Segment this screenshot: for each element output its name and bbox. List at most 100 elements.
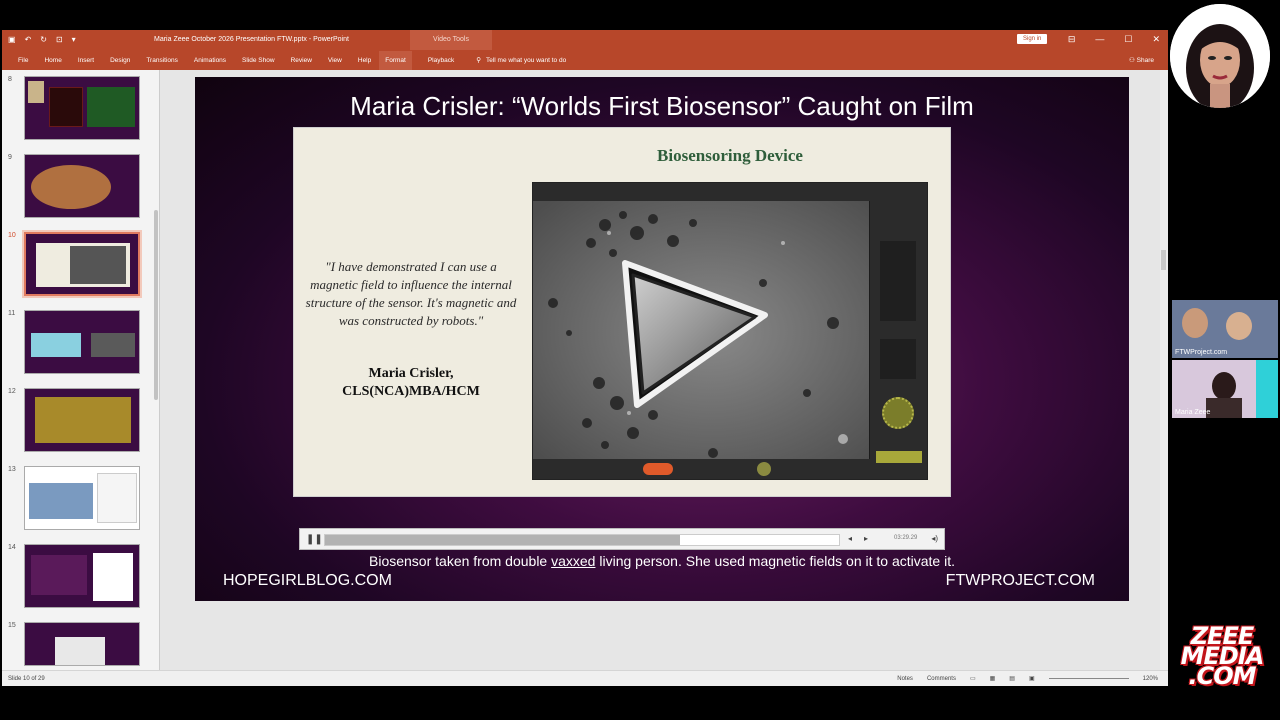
thumbnail-number: 10 — [8, 232, 16, 239]
thumbnail-number: 12 — [8, 388, 16, 395]
tab-transitions[interactable]: Transitions — [146, 57, 178, 64]
brand-logo: ZEEE MEDIA .COM — [1168, 624, 1276, 688]
sign-in-button[interactable]: Sign in — [1017, 34, 1048, 44]
maximize-icon[interactable]: ☐ — [1124, 34, 1132, 45]
slide-thumbnail-12[interactable] — [24, 388, 140, 452]
redo-icon[interactable]: ↻ — [40, 35, 47, 44]
tab-slide-show[interactable]: Slide Show — [242, 57, 275, 64]
thumbnail-number: 9 — [8, 154, 12, 161]
quote-text: "I have demonstrated I can use a magneti… — [305, 259, 517, 328]
slide-thumbnail-9[interactable] — [24, 154, 140, 218]
notes-button[interactable]: Notes — [897, 676, 913, 682]
slide-thumbnail-14[interactable] — [24, 544, 140, 608]
customize-icon[interactable]: ▾ — [72, 35, 76, 44]
participant-face — [1212, 372, 1236, 400]
forward-icon[interactable]: ▸ — [864, 534, 868, 543]
share-button[interactable]: ⚇ Share — [1129, 56, 1154, 64]
video-frame[interactable]: "I have demonstrated I can use a magneti… — [293, 127, 951, 497]
participant-face — [1226, 312, 1252, 340]
scroll-thumb[interactable] — [1161, 250, 1166, 270]
zoom-slider[interactable] — [1048, 678, 1129, 679]
undo-icon[interactable]: ↶ — [25, 35, 32, 44]
slide-caption: Biosensor taken from double vaxxed livin… — [195, 553, 1129, 569]
rewind-icon[interactable]: ◂ — [848, 534, 852, 543]
tab-view[interactable]: View — [328, 57, 342, 64]
exposure-panel — [880, 339, 916, 379]
thumbnail-image — [31, 165, 111, 209]
thumbnail-image — [35, 397, 131, 443]
tab-design[interactable]: Design — [110, 57, 130, 64]
tell-me-label: Tell me what you want to do — [485, 56, 567, 64]
present-icon[interactable]: ⊡ — [56, 35, 63, 44]
thumbnail-image — [87, 87, 135, 127]
thumbnail-number: 11 — [8, 310, 16, 317]
thumbnail-number: 13 — [8, 466, 16, 473]
video-progress — [325, 535, 680, 545]
minimize-icon[interactable]: — — [1095, 34, 1104, 45]
participant-tile[interactable]: FTWProject.com — [1172, 300, 1278, 358]
microscope-toolbar — [533, 183, 927, 201]
sorter-view-icon[interactable]: ▦ — [990, 675, 996, 682]
slide-counter: Slide 10 of 29 — [8, 676, 45, 682]
ribbon-tabs: File Home Insert Design Transitions Anim… — [2, 50, 1168, 70]
slide-canvas[interactable]: Maria Crisler: “Worlds First Biosensor” … — [195, 77, 1129, 601]
thumbnail-image — [31, 333, 81, 357]
tab-playback[interactable]: Playback — [428, 57, 454, 64]
thumbnail-table — [97, 473, 137, 523]
slide-thumbnail-10[interactable] — [22, 230, 142, 298]
slide-thumbnail-15[interactable] — [24, 622, 140, 666]
tab-format[interactable]: Format — [379, 50, 412, 70]
participant-name: FTWProject.com — [1175, 349, 1228, 356]
slideshow-view-icon[interactable]: ▣ — [1029, 675, 1035, 682]
thumbnail-text — [31, 555, 87, 595]
close-icon[interactable]: ✕ — [1152, 34, 1160, 45]
slide-title[interactable]: Maria Crisler: “Worlds First Biosensor” … — [195, 91, 1129, 122]
comments-button[interactable]: Comments — [927, 676, 956, 682]
thumbnail-image — [49, 87, 83, 127]
tab-insert[interactable]: Insert — [78, 57, 94, 64]
title-bar: ▣ ↶ ↻ ⊡ ▾ Maria Zeee October 2026 Presen… — [2, 30, 1168, 50]
thumbnail-number: 14 — [8, 544, 16, 551]
tell-me-search[interactable]: ⚲ Tell me what you want to do — [476, 56, 567, 65]
microscope-sidebar — [869, 201, 927, 479]
save-icon[interactable]: ▣ — [8, 35, 16, 44]
editor-scrollbar[interactable] — [1160, 70, 1168, 670]
thumbnail-image — [55, 637, 105, 665]
participant-tile[interactable]: Maria Zeee — [1172, 360, 1278, 418]
video-still[interactable] — [532, 182, 928, 480]
ribbon-display-icon[interactable]: ⊟ — [1068, 34, 1076, 45]
footer-right-url: FTWPROJECT.COM — [945, 572, 1095, 589]
lightbulb-icon: ⚲ — [476, 57, 481, 64]
background-element — [1256, 360, 1278, 418]
tab-review[interactable]: Review — [291, 57, 312, 64]
window-controls: ⊟ — ☐ ✕ — [1068, 34, 1160, 45]
host-avatar — [1170, 4, 1270, 108]
tab-help[interactable]: Help — [358, 57, 371, 64]
thumbnail-scrollbar[interactable] — [154, 210, 158, 400]
thumbnail-image — [91, 333, 135, 357]
quick-access-toolbar: ▣ ↶ ↻ ⊡ ▾ — [8, 35, 76, 44]
thumbnail-number: 8 — [8, 76, 12, 83]
panel-heading: Biosensoring Device — [657, 146, 803, 165]
person-icon: ⚇ — [1129, 57, 1135, 64]
slide-thumbnail-8[interactable] — [24, 76, 140, 140]
video-seek-bar[interactable] — [324, 534, 840, 546]
footer-left-url: HOPEGIRLBLOG.COM — [223, 572, 392, 589]
participant-body — [1206, 398, 1242, 418]
normal-view-icon[interactable]: ▭ — [970, 675, 976, 682]
volume-icon[interactable]: ◂) — [931, 534, 938, 543]
tab-animations[interactable]: Animations — [194, 57, 226, 64]
share-label: Share — [1136, 57, 1154, 64]
participant-face — [1182, 308, 1208, 338]
thumbnail-image — [29, 483, 93, 519]
pause-icon[interactable]: ❚❚ — [306, 534, 323, 545]
thumbnail-video — [70, 246, 126, 284]
slide-thumbnail-11[interactable] — [24, 310, 140, 374]
tab-home[interactable]: Home — [44, 57, 61, 64]
video-control-bar[interactable]: ❚❚ ◂ ▸ 03:29.29 ◂) — [299, 528, 945, 550]
contextual-tools-label: Video Tools — [410, 30, 492, 50]
zoom-level[interactable]: 120% — [1143, 676, 1158, 682]
reading-view-icon[interactable]: ▤ — [1009, 675, 1015, 682]
tab-file[interactable]: File — [18, 57, 28, 64]
slide-thumbnail-13[interactable] — [24, 466, 140, 530]
